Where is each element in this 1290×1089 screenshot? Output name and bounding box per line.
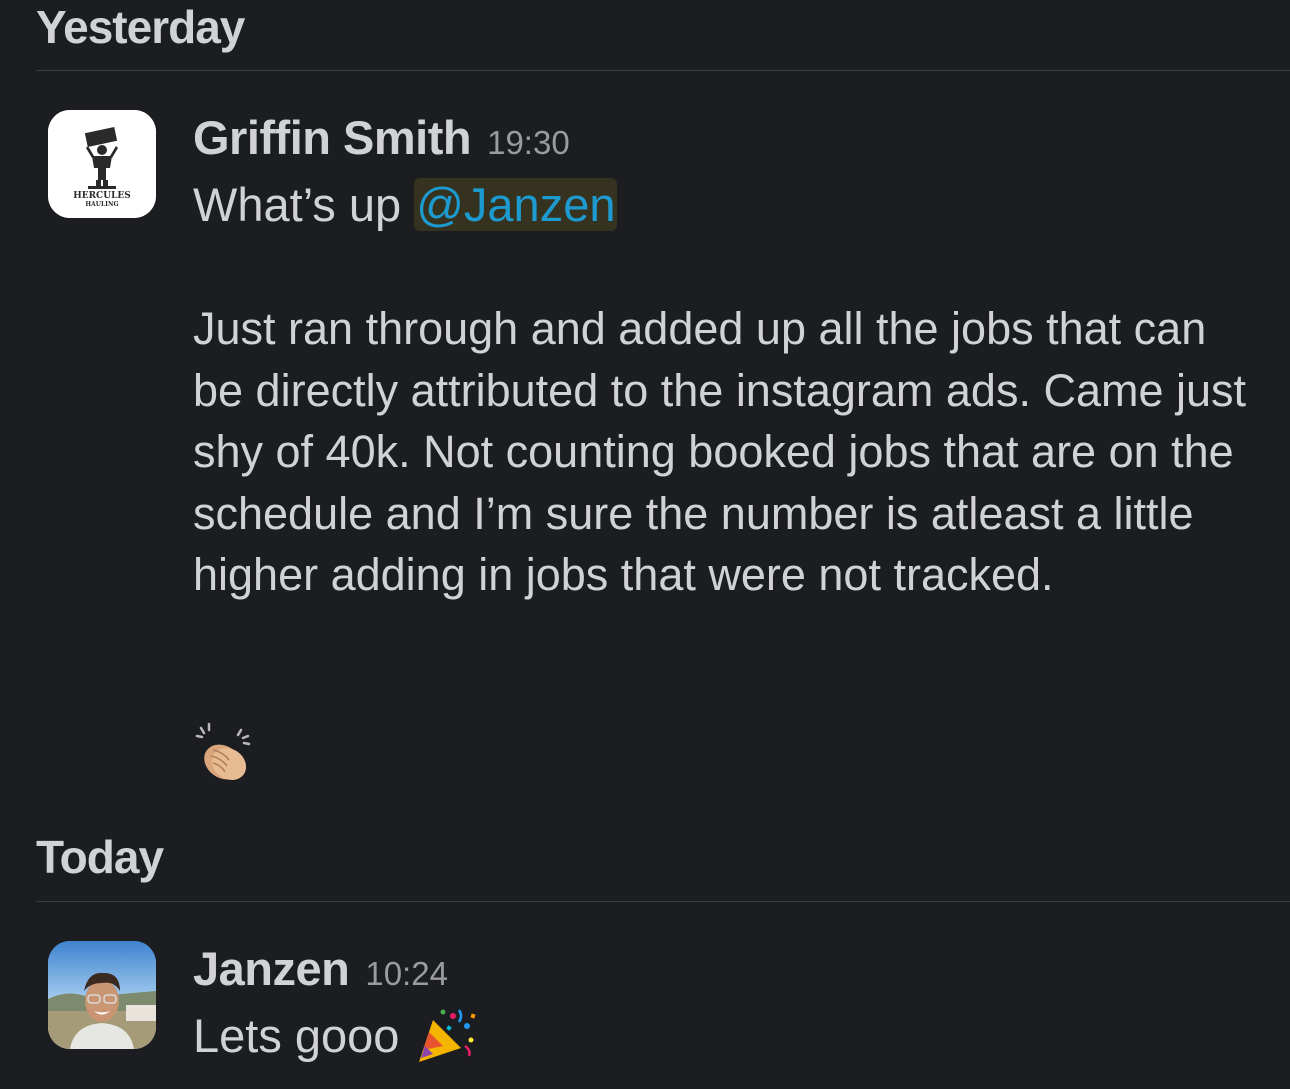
logo-text-1: HERCULES — [73, 191, 131, 201]
greeting-text: What’s up — [193, 178, 402, 231]
avatar-griffin-smith[interactable]: HERCULES HAULING — [48, 110, 156, 218]
logo-text-2: HAULING — [85, 201, 118, 208]
message-timestamp[interactable]: 19:30 — [487, 124, 570, 162]
message-header: Janzen 10:24 — [193, 941, 448, 996]
sender-name[interactable]: Griffin Smith — [193, 110, 472, 165]
message-timestamp[interactable]: 10:24 — [365, 955, 448, 993]
day-divider-yesterday: Yesterday — [36, 1, 245, 53]
party-popper-icon — [413, 1006, 477, 1066]
avatar-janzen[interactable] — [48, 941, 156, 1049]
message-greeting-line: What’s up @Janzen — [193, 174, 618, 236]
divider-line — [36, 901, 1290, 902]
message-text: Lets gooo — [193, 1009, 400, 1062]
day-divider-today: Today — [36, 831, 164, 883]
hercules-hauling-logo: HERCULES HAULING — [48, 110, 156, 218]
sender-name[interactable]: Janzen — [193, 941, 350, 996]
clapping-hands-icon — [193, 722, 255, 784]
message-body: Just ran through and added up all the jo… — [193, 303, 1247, 600]
divider-line — [36, 70, 1290, 71]
message-text-line: Lets gooo — [193, 1005, 477, 1067]
profile-photo — [48, 941, 156, 1049]
user-mention[interactable]: @Janzen — [414, 178, 618, 231]
message-header: Griffin Smith 19:30 — [193, 110, 570, 165]
